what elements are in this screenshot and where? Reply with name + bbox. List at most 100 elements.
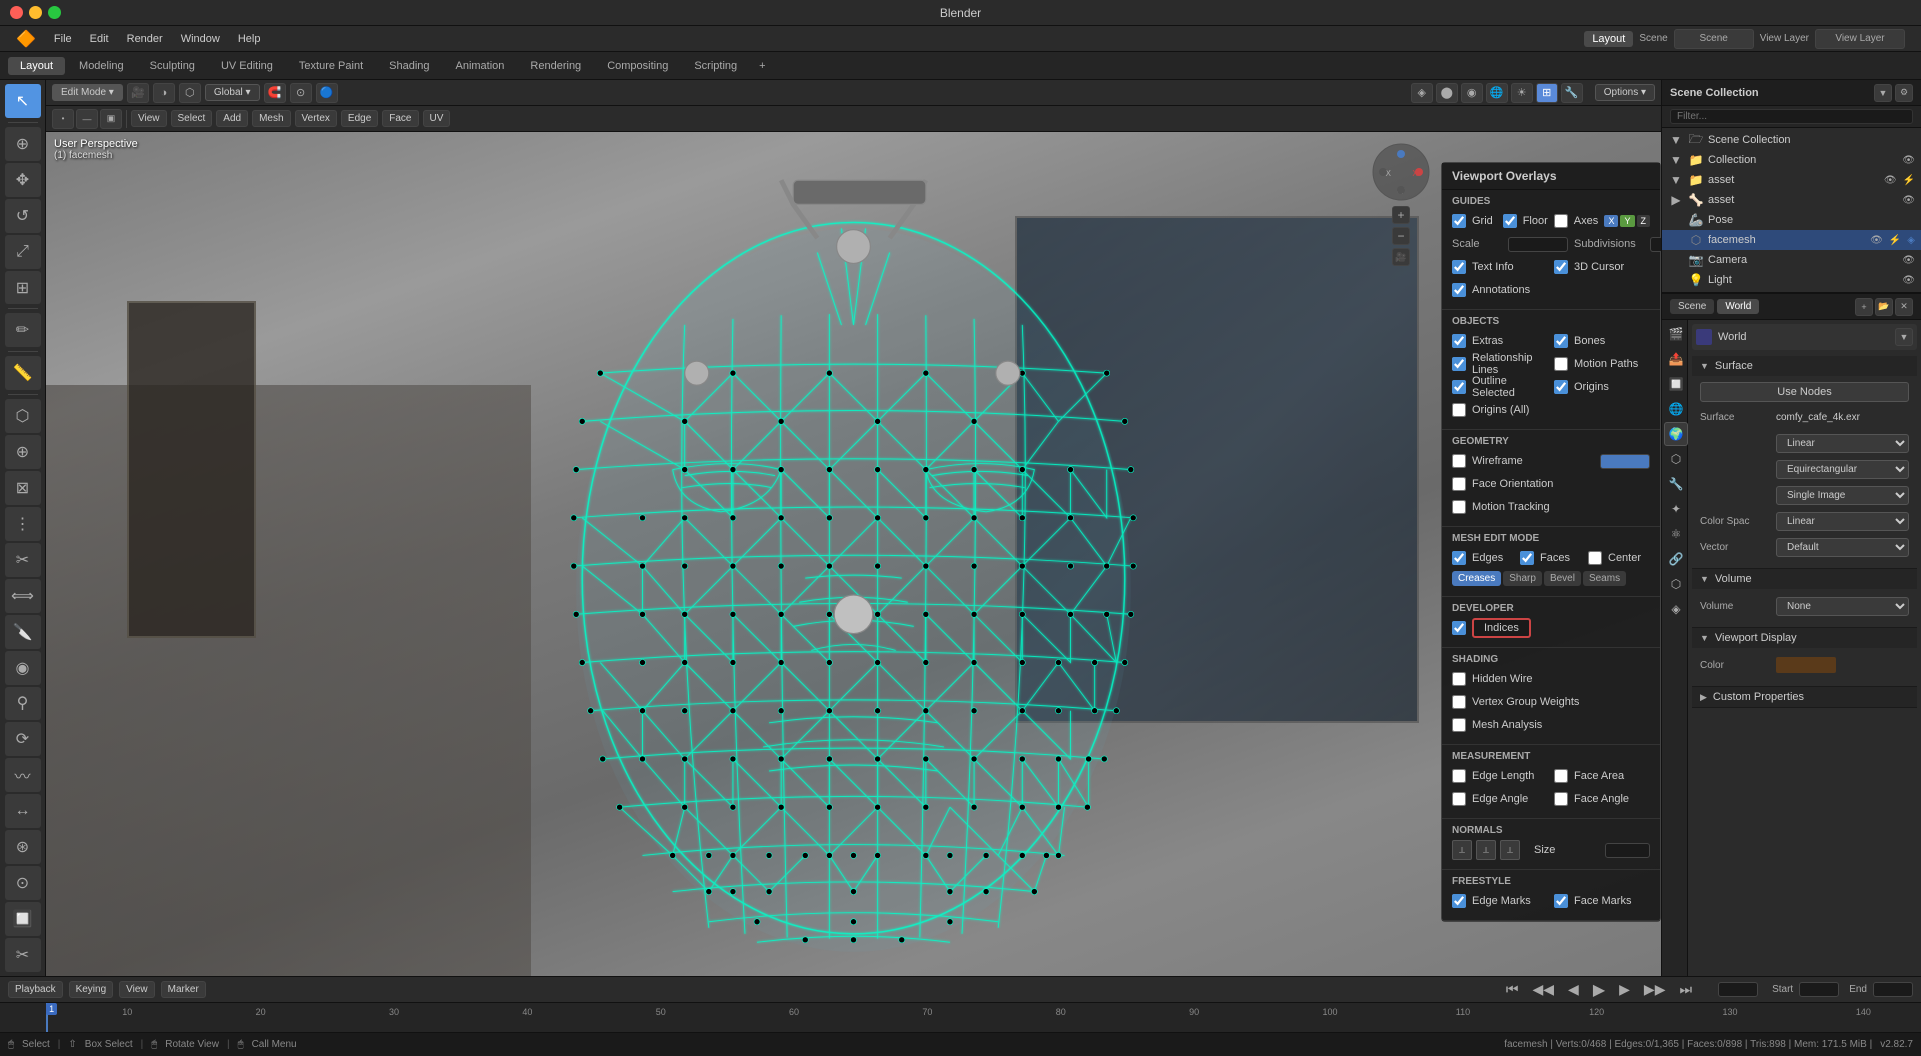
outliner-item-asset[interactable]: ▼ 📁 asset 👁 ⚡ — [1662, 170, 1921, 190]
sharp-tab[interactable]: Sharp — [1503, 571, 1542, 586]
close-button[interactable] — [10, 6, 23, 19]
render-properties-icon[interactable]: 🎬 — [1664, 322, 1688, 346]
view-layer-selector[interactable]: View Layer — [1815, 29, 1905, 49]
end-frame-input[interactable]: 250 — [1873, 982, 1913, 997]
current-frame-input[interactable]: 1 — [1718, 982, 1758, 997]
add-menu[interactable]: Add — [216, 110, 248, 127]
outliner-item-pose[interactable]: 🦾 Pose — [1662, 210, 1921, 230]
tool-rotate[interactable]: ↺ — [5, 199, 41, 233]
faces-checkbox[interactable] — [1520, 551, 1534, 565]
orientation-gizmo[interactable]: Y X -Y -X — [1371, 142, 1431, 202]
volume-section-header[interactable]: ▼ Volume — [1692, 569, 1917, 589]
active-workspace[interactable]: Layout — [1584, 31, 1633, 47]
view-menu-tl[interactable]: View — [119, 981, 155, 998]
jump-end-button[interactable]: ⏭ — [1675, 979, 1696, 1000]
tab-uv-editing[interactable]: UV Editing — [209, 57, 285, 75]
text-info-checkbox[interactable] — [1452, 260, 1466, 274]
play-button[interactable]: ▶ — [1589, 978, 1609, 1002]
edge-menu[interactable]: Edge — [341, 110, 378, 127]
edit-mode-selector[interactable]: Edit Mode ▾ — [52, 84, 123, 101]
proportional-editing[interactable]: ⊙ — [290, 83, 312, 103]
tab-animation[interactable]: Animation — [444, 57, 517, 75]
menu-render[interactable]: Render — [119, 31, 171, 47]
tool-select[interactable]: ↖ — [5, 84, 41, 118]
y-axis-btn[interactable]: Y — [1620, 215, 1634, 227]
add-workspace-button[interactable]: + — [751, 57, 773, 75]
light-visibility[interactable]: 👁 — [1902, 275, 1915, 286]
color-swatch[interactable] — [1776, 657, 1836, 673]
viewport-display-header[interactable]: ▼ Viewport Display — [1692, 628, 1917, 648]
origins-all-checkbox[interactable] — [1452, 403, 1466, 417]
edges-checkbox[interactable] — [1452, 551, 1466, 565]
outliner-options[interactable]: ⚙ — [1895, 84, 1913, 102]
tool-inset[interactable]: ⊠ — [5, 471, 41, 505]
custom-properties-header[interactable]: ▶ Custom Properties — [1692, 687, 1917, 707]
viewport-options[interactable]: Options ▾ — [1595, 84, 1655, 101]
viewport-shading-wireframe[interactable]: ⬡ — [179, 83, 201, 103]
x-axis-btn[interactable]: X — [1604, 215, 1618, 227]
mesh-menu[interactable]: Mesh — [252, 110, 290, 127]
edge-length-checkbox[interactable] — [1452, 769, 1466, 783]
edge-angle-checkbox[interactable] — [1452, 792, 1466, 806]
origins-checkbox[interactable] — [1554, 380, 1568, 394]
shading-material[interactable]: ◉ — [1461, 83, 1483, 103]
normal-face-icon[interactable]: ⟂ — [1500, 840, 1520, 860]
wireframe-value[interactable]: 1.000 — [1600, 454, 1650, 469]
physics-properties-icon[interactable]: ⚛ — [1664, 522, 1688, 546]
vector-select[interactable]: Default — [1776, 538, 1909, 557]
volume-select[interactable]: None — [1776, 597, 1909, 616]
object-properties-icon[interactable]: ⬡ — [1664, 447, 1688, 471]
annotations-checkbox[interactable] — [1452, 283, 1466, 297]
playback-menu[interactable]: Playback — [8, 981, 63, 998]
tool-measure[interactable]: 📏 — [5, 356, 41, 390]
face-angle-checkbox[interactable] — [1554, 792, 1568, 806]
outliner-filter[interactable]: ▼ — [1874, 84, 1892, 102]
world-options[interactable]: ▼ — [1895, 328, 1913, 346]
indices-checkbox[interactable] — [1452, 621, 1466, 635]
start-frame-input[interactable]: 1 — [1799, 982, 1839, 997]
tool-bevel[interactable]: ⋮ — [5, 507, 41, 541]
tab-rendering[interactable]: Rendering — [518, 57, 593, 75]
shading-eevee[interactable]: ☀ — [1511, 83, 1533, 103]
camera-visibility[interactable]: 👁 — [1902, 255, 1915, 266]
transform-space[interactable]: Global ▾ — [205, 84, 260, 101]
particles-properties-icon[interactable]: ✦ — [1664, 497, 1688, 521]
viewport-shading-solid[interactable]: ◑ — [153, 83, 175, 103]
overlay-toggle[interactable]: ⊞ — [1536, 83, 1558, 103]
tool-spin[interactable]: ⟳ — [5, 722, 41, 756]
extras-checkbox[interactable] — [1452, 334, 1466, 348]
tool-cursor[interactable]: ⊕ — [5, 127, 41, 161]
menu-help[interactable]: Help — [230, 31, 269, 47]
outliner-search-input[interactable] — [1670, 109, 1913, 124]
timeline-ruler[interactable]: 0 10 20 30 40 50 60 70 80 90 100 110 120… — [0, 1003, 1921, 1032]
tool-annotate[interactable]: ✏ — [5, 313, 41, 347]
vertex-group-checkbox[interactable] — [1452, 695, 1466, 709]
wireframe-checkbox[interactable] — [1452, 454, 1466, 468]
3d-cursor-checkbox[interactable] — [1554, 260, 1568, 274]
material-properties-icon[interactable]: ◈ — [1664, 597, 1688, 621]
tool-knife[interactable]: 🔪 — [5, 615, 41, 649]
tool-scale[interactable]: ⤢ — [5, 235, 41, 269]
toggle-xray[interactable]: ◈ — [1411, 83, 1433, 103]
tool-shear[interactable]: 🔲 — [5, 902, 41, 936]
normal-vertex-icon[interactable]: ⟂ — [1452, 840, 1472, 860]
projection-select[interactable]: Equirectangular — [1776, 460, 1909, 479]
axes-checkbox[interactable] — [1554, 214, 1568, 228]
zoom-in[interactable]: + — [1392, 206, 1410, 224]
next-frame-button[interactable]: ▶ — [1615, 979, 1634, 1000]
tab-shading[interactable]: Shading — [377, 57, 441, 75]
face-orientation-checkbox[interactable] — [1452, 477, 1466, 491]
vertex-menu[interactable]: Vertex — [295, 110, 337, 127]
z-axis-btn[interactable]: Z — [1637, 215, 1651, 227]
scale-input[interactable]: 1.000 — [1508, 237, 1568, 252]
grid-checkbox[interactable] — [1452, 214, 1466, 228]
props-open[interactable]: 📂 — [1875, 298, 1893, 316]
prev-frame-button[interactable]: ◀ — [1564, 979, 1583, 1000]
tool-move[interactable]: ✥ — [5, 163, 41, 197]
vertex-mode[interactable]: • — [52, 109, 74, 129]
mesh-analysis-checkbox[interactable] — [1452, 718, 1466, 732]
tool-shrink-fatten[interactable]: ⊛ — [5, 830, 41, 864]
motion-paths-checkbox[interactable] — [1554, 357, 1568, 371]
normals-size-input[interactable]: 0.10 — [1605, 843, 1650, 858]
minimize-button[interactable] — [29, 6, 42, 19]
